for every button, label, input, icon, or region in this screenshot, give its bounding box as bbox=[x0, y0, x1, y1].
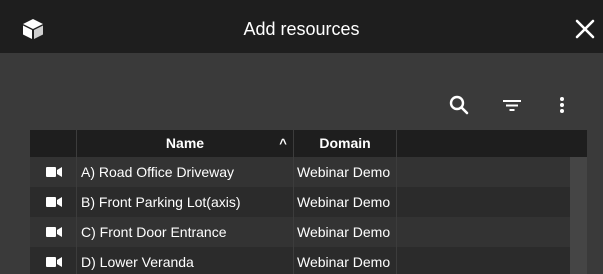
resource-name: C) Front Door Entrance bbox=[81, 224, 227, 240]
resource-domain: Webinar Demo bbox=[297, 254, 391, 270]
video-camera-icon bbox=[46, 227, 62, 237]
table-row[interactable]: D) Lower Veranda Webinar Demo bbox=[30, 247, 570, 274]
resources-table: Name ^ Domain A) Road Office Driveway We… bbox=[30, 130, 587, 274]
sort-ascending-indicator[interactable]: ^ bbox=[275, 130, 291, 157]
resource-name: A) Road Office Driveway bbox=[81, 164, 235, 180]
scrollbar-thumb[interactable] bbox=[570, 157, 587, 274]
resource-name: D) Lower Veranda bbox=[81, 254, 194, 270]
more-vert-icon[interactable] bbox=[550, 93, 574, 117]
table-row[interactable]: B) Front Parking Lot(axis) Webinar Demo bbox=[30, 187, 570, 217]
resource-domain: Webinar Demo bbox=[297, 224, 391, 240]
column-header-domain[interactable]: Domain bbox=[294, 130, 396, 157]
filter-icon[interactable] bbox=[500, 93, 524, 117]
title-bar: Add resources bbox=[0, 0, 603, 53]
column-divider bbox=[76, 130, 77, 274]
close-icon[interactable] bbox=[575, 19, 595, 39]
search-icon[interactable] bbox=[447, 93, 471, 117]
column-divider bbox=[396, 130, 397, 274]
resource-domain: Webinar Demo bbox=[297, 194, 391, 210]
resource-name: B) Front Parking Lot(axis) bbox=[81, 194, 241, 210]
column-header-name[interactable]: Name bbox=[77, 130, 293, 157]
add-resources-dialog: Add resources Name ^ Domain A) Road Offi… bbox=[0, 0, 603, 274]
table-header: Name ^ Domain bbox=[30, 130, 587, 157]
table-row[interactable]: C) Front Door Entrance Webinar Demo bbox=[30, 217, 570, 247]
table-scrollbar[interactable] bbox=[570, 157, 587, 274]
resource-domain: Webinar Demo bbox=[297, 164, 391, 180]
table-row[interactable]: A) Road Office Driveway Webinar Demo bbox=[30, 157, 570, 187]
column-divider bbox=[293, 130, 294, 274]
dialog-title: Add resources bbox=[243, 19, 360, 39]
video-camera-icon bbox=[46, 167, 62, 177]
video-camera-icon bbox=[46, 197, 62, 207]
video-camera-icon bbox=[46, 257, 62, 267]
